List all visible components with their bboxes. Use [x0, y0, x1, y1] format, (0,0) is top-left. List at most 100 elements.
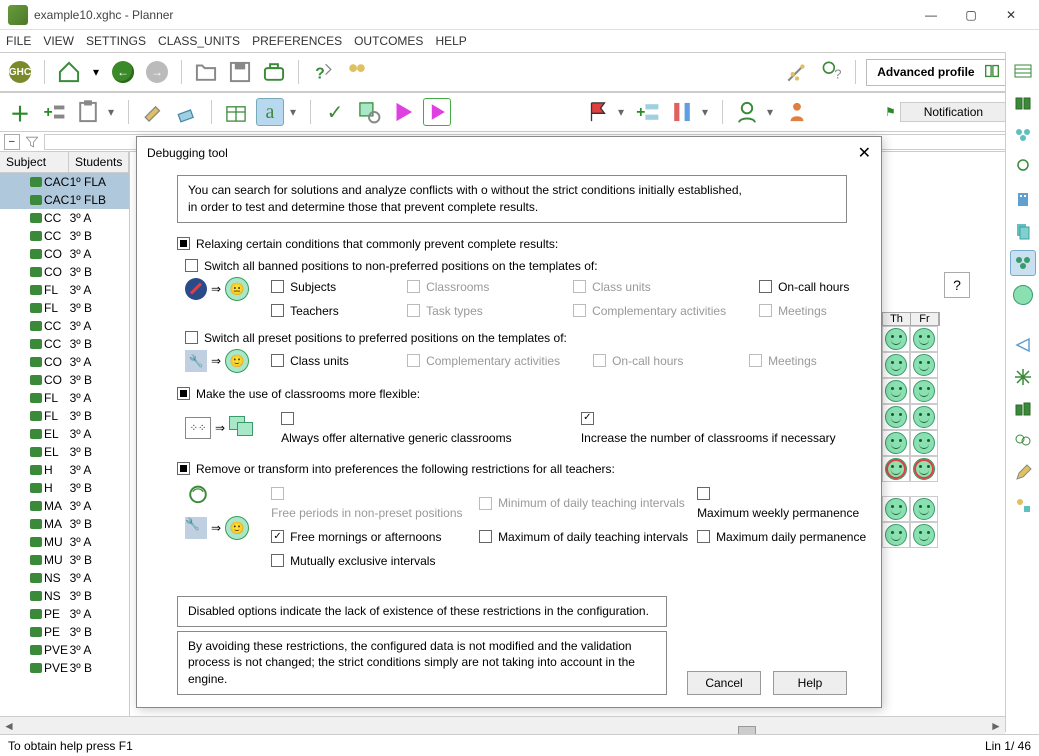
table-row[interactable]: PVE3º B [0, 659, 129, 677]
table-row[interactable]: EL3º B [0, 443, 129, 461]
table-row[interactable]: FL3º A [0, 281, 129, 299]
notif-flag-icon[interactable]: ⚑ [885, 105, 896, 119]
menu-settings[interactable]: SETTINGS [86, 34, 146, 48]
table-row[interactable]: NS3º A [0, 569, 129, 587]
help-cell-icon[interactable]: ? [944, 272, 970, 298]
book-icon[interactable] [983, 62, 1001, 83]
add-grid-icon[interactable]: + [634, 98, 662, 126]
table-row[interactable]: CAC1º FLB [0, 191, 129, 209]
profile-head-icon[interactable]: ? [817, 58, 845, 86]
opt-subjects[interactable] [271, 280, 284, 293]
help-tip-icon[interactable]: ? [309, 58, 337, 86]
day-th[interactable]: Th [883, 313, 911, 325]
opt-b-classunits[interactable] [271, 354, 284, 367]
open-icon[interactable] [192, 58, 220, 86]
menu-help[interactable]: HELP [435, 34, 466, 48]
play-boxed-icon[interactable] [423, 98, 451, 126]
side-building-icon[interactable] [1010, 186, 1036, 212]
side-face-icon[interactable] [1010, 282, 1036, 308]
menu-classunits[interactable]: CLASS_UNITS [158, 34, 240, 48]
table-row[interactable]: CC3º B [0, 227, 129, 245]
play-pink-icon[interactable] [389, 98, 417, 126]
table-row[interactable]: MU3º A [0, 533, 129, 551]
check-icon[interactable]: ✓ [321, 98, 349, 126]
side-book-icon[interactable] [1010, 90, 1036, 116]
table-row[interactable]: CO3º B [0, 263, 129, 281]
back-button[interactable]: ← [109, 58, 137, 86]
table-row[interactable]: CO3º A [0, 353, 129, 371]
opt-max-daily[interactable] [479, 530, 492, 543]
maximize-button[interactable]: ▢ [951, 0, 991, 30]
home-dropdown-icon[interactable]: ▾ [89, 58, 103, 86]
table-row[interactable]: MA3º B [0, 515, 129, 533]
dialog-close-icon[interactable]: ✕ [858, 143, 871, 163]
help-button[interactable]: Help [773, 671, 847, 695]
highlight-icon[interactable] [139, 98, 167, 126]
table-row[interactable]: PE3º B [0, 623, 129, 641]
table-row[interactable]: FL3º B [0, 299, 129, 317]
side-heads-icon[interactable] [1010, 428, 1036, 454]
search-class-icon[interactable] [355, 98, 383, 126]
side-people-sel-icon[interactable] [1010, 250, 1036, 276]
side-star-icon[interactable] [1010, 364, 1036, 390]
opt-inc-classrooms[interactable] [581, 412, 594, 425]
close-button[interactable]: ✕ [991, 0, 1031, 30]
funnel-icon[interactable] [24, 134, 40, 150]
side-triangle-icon[interactable] [1010, 332, 1036, 358]
minimize-button[interactable]: — [911, 0, 951, 30]
ghc-button[interactable]: GHC [6, 58, 34, 86]
home-icon[interactable] [55, 58, 83, 86]
clipboard-icon[interactable] [74, 98, 102, 126]
grid-building-icon[interactable] [222, 98, 250, 126]
table-row[interactable]: EL3º A [0, 425, 129, 443]
forward-button[interactable]: → [143, 58, 171, 86]
switch-preset-check[interactable] [185, 331, 198, 344]
orange-person-icon[interactable] [783, 98, 811, 126]
opt-free-ma[interactable] [271, 530, 284, 543]
save-icon[interactable] [226, 58, 254, 86]
side-grid-icon[interactable] [1010, 58, 1036, 84]
menu-file[interactable]: FILE [6, 34, 31, 48]
table-row[interactable]: H3º B [0, 479, 129, 497]
side-people-icon[interactable] [1010, 122, 1036, 148]
table-row[interactable]: CC3º A [0, 317, 129, 335]
side-docs-icon[interactable] [1010, 218, 1036, 244]
opt-teachers[interactable] [271, 304, 284, 317]
add-rows-icon[interactable]: + [40, 98, 68, 126]
table-row[interactable]: CO3º A [0, 245, 129, 263]
briefcase-icon[interactable] [260, 58, 288, 86]
opt-max-dailyp[interactable] [697, 530, 710, 543]
side-task-icon[interactable] [1010, 492, 1036, 518]
opt-max-weekly[interactable] [697, 487, 710, 500]
table-row[interactable]: CC3º A [0, 209, 129, 227]
table-row[interactable]: CC3º B [0, 335, 129, 353]
col-subject[interactable]: Subject [0, 152, 69, 172]
add-icon[interactable]: ＋ [6, 98, 34, 126]
table-row[interactable]: FL3º A [0, 389, 129, 407]
table-row[interactable]: MA3º A [0, 497, 129, 515]
day-fr[interactable]: Fr [911, 313, 939, 325]
side-books-icon[interactable] [1010, 396, 1036, 422]
eraser-icon[interactable] [173, 98, 201, 126]
section1-check[interactable] [177, 237, 190, 250]
section3-check[interactable] [177, 462, 190, 475]
filter-minus[interactable]: – [4, 134, 20, 150]
table-row[interactable]: NS3º B [0, 587, 129, 605]
table-row[interactable]: PVE3º A [0, 641, 129, 659]
table-row[interactable]: CAC1º FLA [0, 173, 129, 191]
users-icon[interactable] [343, 58, 371, 86]
table-row[interactable]: CO3º B [0, 371, 129, 389]
table-row[interactable]: FL3º B [0, 407, 129, 425]
switch-banned-check[interactable] [185, 259, 198, 272]
side-pencil-icon[interactable] [1010, 460, 1036, 486]
table-row[interactable]: MU3º B [0, 551, 129, 569]
text-a-icon[interactable]: a [256, 98, 284, 126]
opt-mutex[interactable] [271, 554, 284, 567]
col-students[interactable]: Students [69, 152, 129, 172]
opt-alt-classrooms[interactable] [281, 412, 294, 425]
section2-check[interactable] [177, 387, 190, 400]
menu-outcomes[interactable]: OUTCOMES [354, 34, 423, 48]
flag-red-icon[interactable] [584, 98, 612, 126]
horizontal-scrollbar[interactable]: ◄ ► [0, 716, 1005, 734]
notification-label[interactable]: Notification [900, 102, 1007, 122]
